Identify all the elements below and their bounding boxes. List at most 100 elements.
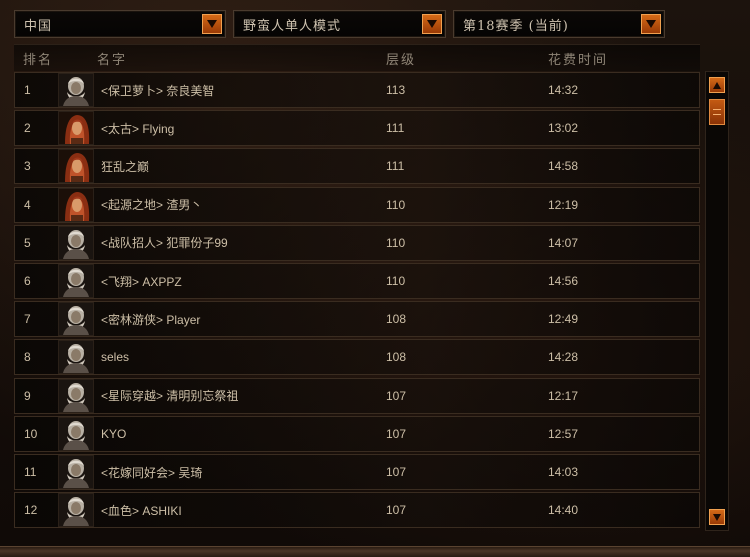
table-row[interactable]: 12 <血色> ASHIKI 107 14:40 bbox=[14, 492, 700, 529]
time-cell: 14:56 bbox=[548, 274, 579, 288]
tier-cell: 108 bbox=[386, 312, 407, 327]
player-portrait bbox=[58, 149, 96, 184]
player-name-cell: <飞翔> AXPPZ bbox=[101, 274, 182, 289]
rank-cell: 2 bbox=[24, 121, 31, 136]
table-row[interactable]: 9 <星际穿越> 清明别忘祭祖 107 12:17 bbox=[14, 377, 700, 414]
region-dropdown-value: 中国 bbox=[24, 18, 53, 34]
male-barbarian-portrait-icon bbox=[58, 264, 94, 298]
player-portrait bbox=[58, 493, 96, 528]
time-cell: 12:19 bbox=[548, 197, 579, 212]
rank-cell: 11 bbox=[24, 465, 37, 479]
player-name-cell: <血色> ASHIKI bbox=[101, 503, 182, 518]
time-cell: 12:57 bbox=[548, 426, 579, 441]
leaderboard-table: 排名 名字 层级 花费时间 1 <保卫萝卜> 奈良美智 113 14:32 2 <太古> … bbox=[14, 44, 700, 529]
time-cell: 14:03 bbox=[548, 465, 579, 479]
tier-cell: 107 bbox=[386, 426, 407, 441]
region-dropdown[interactable]: 中国 bbox=[14, 10, 226, 38]
season-dropdown[interactable]: 第18赛季 (当前) bbox=[453, 10, 665, 38]
table-row[interactable]: 11 <花嫁同好会> 吴琦 107 14:03 bbox=[14, 454, 700, 490]
player-name-cell: <密林游侠> Player bbox=[101, 312, 201, 327]
female-barbarian-portrait-icon bbox=[58, 187, 94, 222]
player-name-cell: <起源之地> 渣男丶 bbox=[101, 198, 203, 213]
rank-cell: 12 bbox=[24, 503, 38, 518]
male-barbarian-portrait-icon bbox=[58, 73, 94, 107]
player-portrait bbox=[58, 111, 96, 146]
rank-cell: 9 bbox=[24, 388, 31, 403]
table-row[interactable]: 10 KYO 107 12:57 bbox=[14, 415, 700, 452]
scrollbar[interactable] bbox=[705, 71, 729, 531]
male-barbarian-portrait-icon bbox=[58, 225, 94, 260]
scroll-down-button[interactable] bbox=[709, 509, 725, 525]
time-cell: 13:02 bbox=[548, 121, 579, 136]
male-barbarian-portrait-icon bbox=[58, 340, 94, 375]
table-row[interactable]: 7 <密林游侠> Player 108 12:49 bbox=[14, 301, 700, 338]
column-header-rank[interactable]: 排名 bbox=[23, 49, 53, 68]
table-row[interactable]: 5 <战队招人> 犯罪份子99 110 14:07 bbox=[14, 224, 700, 261]
chevron-down-icon[interactable] bbox=[422, 14, 442, 34]
scroll-up-button[interactable] bbox=[709, 77, 725, 93]
rank-cell: 7 bbox=[24, 312, 31, 327]
male-barbarian-portrait-icon bbox=[58, 416, 94, 451]
chevron-down-icon[interactable] bbox=[202, 14, 222, 34]
table-row[interactable]: 6 <飞翔> AXPPZ 110 14:56 bbox=[14, 263, 700, 299]
male-barbarian-portrait-icon bbox=[58, 455, 94, 489]
player-name-cell: KYO bbox=[101, 426, 127, 441]
time-cell: 12:49 bbox=[548, 312, 579, 327]
tier-cell: 108 bbox=[386, 350, 407, 365]
player-portrait bbox=[58, 455, 96, 489]
season-dropdown-value: 第18赛季 (当前) bbox=[463, 18, 569, 34]
column-header-name[interactable]: 名字 bbox=[97, 49, 127, 68]
time-cell: 14:40 bbox=[548, 503, 579, 518]
chevron-down-icon[interactable] bbox=[641, 14, 661, 34]
rank-cell: 8 bbox=[24, 350, 31, 365]
chevron-up-icon bbox=[713, 81, 721, 89]
player-portrait bbox=[58, 187, 96, 222]
female-barbarian-portrait-icon bbox=[58, 149, 94, 184]
table-row[interactable]: 1 <保卫萝卜> 奈良美智 113 14:32 bbox=[14, 72, 700, 108]
rank-cell: 5 bbox=[24, 235, 31, 250]
chevron-down-icon bbox=[713, 513, 721, 521]
player-portrait bbox=[58, 73, 96, 107]
female-barbarian-portrait-icon bbox=[58, 111, 94, 146]
table-row[interactable]: 2 <太古> Flying 111 13:02 bbox=[14, 110, 700, 147]
tier-cell: 107 bbox=[386, 465, 407, 479]
player-name-cell: <星际穿越> 清明别忘祭祖 bbox=[101, 389, 239, 404]
male-barbarian-portrait-icon bbox=[58, 378, 94, 413]
time-cell: 14:07 bbox=[548, 235, 579, 250]
time-cell: 12:17 bbox=[548, 388, 579, 403]
table-row[interactable]: 4 <起源之地> 渣男丶 110 12:19 bbox=[14, 186, 700, 223]
player-portrait bbox=[58, 378, 96, 413]
tier-cell: 113 bbox=[386, 83, 406, 97]
player-name-cell: 狂乱之巅 bbox=[101, 159, 150, 174]
rank-cell: 10 bbox=[24, 426, 38, 441]
player-name-cell: <战队招人> 犯罪份子99 bbox=[101, 236, 228, 251]
column-header-time[interactable]: 花费时间 bbox=[548, 49, 608, 68]
column-header-tier[interactable]: 层级 bbox=[386, 49, 416, 68]
male-barbarian-portrait-icon bbox=[58, 302, 94, 337]
bottom-frame bbox=[0, 546, 750, 557]
player-name-cell: <太古> Flying bbox=[101, 121, 175, 136]
mode-dropdown-value: 野蛮人单人模式 bbox=[243, 18, 342, 34]
rank-cell: 4 bbox=[24, 197, 31, 212]
table-row[interactable]: 8 seles 108 14:28 bbox=[14, 339, 700, 376]
tier-cell: 110 bbox=[386, 197, 406, 212]
player-portrait bbox=[58, 302, 96, 337]
player-name-cell: <保卫萝卜> 奈良美智 bbox=[101, 83, 215, 98]
tier-cell: 111 bbox=[386, 121, 405, 136]
male-barbarian-portrait-icon bbox=[58, 493, 94, 528]
tier-cell: 107 bbox=[386, 503, 407, 518]
player-portrait bbox=[58, 416, 96, 451]
mode-dropdown[interactable]: 野蛮人单人模式 bbox=[233, 10, 446, 38]
scroll-thumb[interactable] bbox=[709, 99, 725, 125]
tier-cell: 111 bbox=[386, 159, 405, 174]
player-name-cell: <花嫁同好会> 吴琦 bbox=[101, 465, 203, 480]
tier-cell: 107 bbox=[386, 388, 407, 403]
table-row[interactable]: 3 狂乱之巅 111 14:58 bbox=[14, 148, 700, 185]
player-portrait bbox=[58, 340, 96, 375]
player-name-cell: seles bbox=[101, 350, 130, 365]
time-cell: 14:28 bbox=[548, 350, 579, 365]
rank-cell: 1 bbox=[24, 83, 31, 97]
time-cell: 14:58 bbox=[548, 159, 579, 174]
player-portrait bbox=[58, 225, 96, 260]
tier-cell: 110 bbox=[386, 235, 406, 250]
